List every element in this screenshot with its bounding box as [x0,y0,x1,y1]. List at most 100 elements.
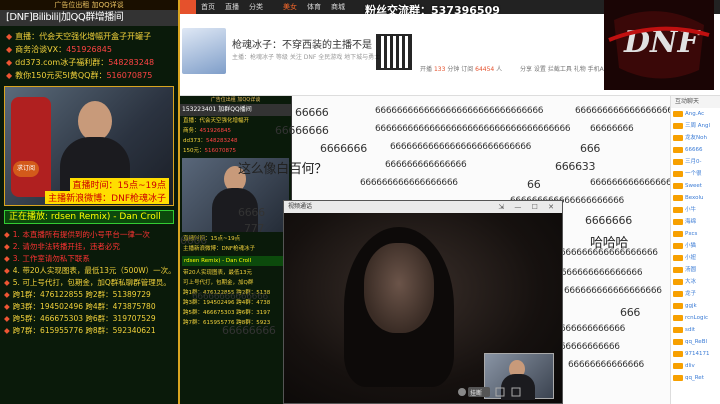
site-logo-icon[interactable] [180,0,196,14]
danmu-comment: 666666666666666666666666666666666666 [375,124,571,134]
chat-username[interactable]: ggjk [685,300,697,312]
mini-label: 商务： [183,128,200,134]
chat-username[interactable]: rcnLogic [685,312,708,324]
level-badge-icon [673,267,683,273]
window-controls[interactable]: ⇲ — ☐ ✕ [498,201,558,213]
chat-message[interactable]: ggjk [671,300,720,312]
chat-message[interactable]: 一个很 [671,168,720,180]
danmu-comment: 666666666666666666 [564,286,662,296]
danmu-comment: 666666666666666666 [360,178,458,188]
info-row: ◆ 直播： 代会天空强化增幅开盒子开罐子 [6,30,174,43]
chat-username[interactable]: dliv [685,360,695,372]
chat-username[interactable]: 三月0- [685,156,701,168]
chat-username[interactable]: 龙友Noh [685,132,707,144]
chat-username[interactable]: Pxcs [685,228,697,240]
chat-message[interactable]: 大冰 [671,276,720,288]
chat-message[interactable]: sdit [671,324,720,336]
chat-message[interactable]: 三周 Angl [671,120,720,132]
chat-panel[interactable]: 互动聊天 Ang.Ac 三周 Angl 龙友Noh 66666 三月0- 一个很 Sweet… [670,96,720,404]
video-player[interactable]: 广告位出租 加QQ详谈 153223401 加群QQ播间 直播：代会天空强化增幅… [180,96,670,404]
nav-item[interactable]: 直播 [220,2,244,12]
danmu-comment: 66 [527,178,541,191]
chat-username[interactable]: 66666 [685,144,703,156]
info-row: ◆ 教你150元买5I黄QQ群： 516070875 [6,69,174,82]
chat-username[interactable]: sdit [685,324,695,336]
mini-title: 153223401 加群QQ播间 [180,104,291,116]
nav-item[interactable] [268,2,278,12]
chat-message[interactable]: 三月0- [671,156,720,168]
chat-username[interactable]: 小妞 [685,252,696,264]
chat-username[interactable]: 一个很 [685,168,702,180]
notice-line: ◆ 3. 工作室请勿私下联系 [4,252,174,264]
chat-username[interactable]: Bexolu [685,192,704,204]
nav-item[interactable]: 商城 [326,2,350,12]
chat-username[interactable]: qq_Ret [685,372,704,384]
chat-username[interactable]: 龙子 [685,288,696,300]
mini-group-line: 跨5群：466675303 跨6群：3197 [180,308,291,318]
chat-message[interactable]: Sweet [671,180,720,192]
notice-line: ◆ 跨5群：466675303 跨6群：319707529 [4,312,174,324]
chat-message[interactable]: qq_Ret [671,372,720,384]
chat-username[interactable]: 小猫 [685,240,696,252]
nav-item[interactable]: 首页 [196,2,220,12]
chat-message[interactable]: qq_ReBl [671,336,720,348]
chat-username[interactable]: Sweet [685,180,702,192]
chat-message[interactable]: Ang.Ac [671,108,720,120]
streamer-avatar[interactable] [182,28,226,74]
chat-username[interactable]: 大冰 [685,276,696,288]
danmu-comment: 66666666666 [560,342,620,352]
info-row: ◆ 商务洽谈VX： 451926845 [6,43,174,56]
nav-item[interactable]: 分类 [244,2,268,12]
chat-message[interactable]: Bexolu [671,192,720,204]
chat-message[interactable]: 9714171 [671,348,720,360]
call-toolbar[interactable]: 挂断 [362,385,562,399]
subscribe-badge[interactable]: 求订阅 [13,161,39,177]
chat-username[interactable]: 9714171 [685,348,710,360]
bullet-icon: ◆ [6,32,13,41]
notice-line: ◆ 跨7群：615955776 跨8群：592340621 [4,324,174,336]
camera-icon[interactable] [495,387,505,397]
bullet-icon: ◆ [4,229,10,239]
chat-message[interactable]: 小猫 [671,240,720,252]
bullet-icon: ◆ [4,277,10,287]
chat-username[interactable]: 汤圆 [685,264,696,276]
room-stats: 开播 133 分钟 订阅 64454 人 [420,64,502,73]
info-value: 代会天空强化增幅开盒子开罐子 [39,32,152,41]
stats-suffix: 人 [496,66,503,73]
chat-username[interactable]: 小牛 [685,204,696,216]
nav-item[interactable]: 体育 [302,2,326,12]
chat-message[interactable]: 66666 [671,144,720,156]
danmu-comment: 66666666666666666 [550,268,643,278]
level-badge-icon [673,195,683,201]
chat-message[interactable]: 小妞 [671,252,720,264]
video-call-window[interactable]: 视频通话 ⇲ — ☐ ✕ 挂断 [283,200,563,404]
chat-message[interactable]: 龙子 [671,288,720,300]
mic-icon[interactable] [458,388,466,396]
room-actions[interactable]: 分享 设置 拦截工具 礼物 手机APP [520,64,611,73]
chat-message[interactable]: dliv [671,360,720,372]
mini-value: 451926845 [199,128,232,134]
chat-message[interactable]: Pxcs [671,228,720,240]
chat-username[interactable]: Ang.Ac [685,108,704,120]
level-badge-icon [673,351,683,357]
chat-username[interactable]: 三周 Angl [685,120,710,132]
info-label: 商务洽谈VX： [15,45,67,54]
video-call-titlebar[interactable]: 视频通话 ⇲ — ☐ ✕ [284,201,562,213]
chat-username[interactable]: 海绵 [685,216,696,228]
notice-list: ◆ 1. 本直播所有提供到的小号平台一律一次 ◆ 2. 请勿非法转播开挂，违者必究 ◆ 3… [0,226,178,338]
chat-message[interactable]: 海绵 [671,216,720,228]
chat-message[interactable]: 小牛 [671,204,720,216]
gaming-chair [11,97,51,197]
chat-message[interactable]: 汤圆 [671,264,720,276]
mini-group-text: 跨5群：466675303 跨6群：3197 [183,310,271,316]
danmu-comment: 666 [580,142,601,155]
chat-message[interactable]: 龙友Noh [671,132,720,144]
chat-message[interactable]: rcnLogic [671,312,720,324]
level-badge-icon [673,231,683,237]
fullscreen-icon[interactable] [511,387,521,397]
danmu-comment: 777 [244,222,265,235]
nav-item[interactable]: 美女 [278,2,302,12]
info-label: 教你150元买5I黄QQ群： [15,71,107,80]
level-badge-icon [673,183,683,189]
chat-username[interactable]: qq_ReBl [685,336,707,348]
